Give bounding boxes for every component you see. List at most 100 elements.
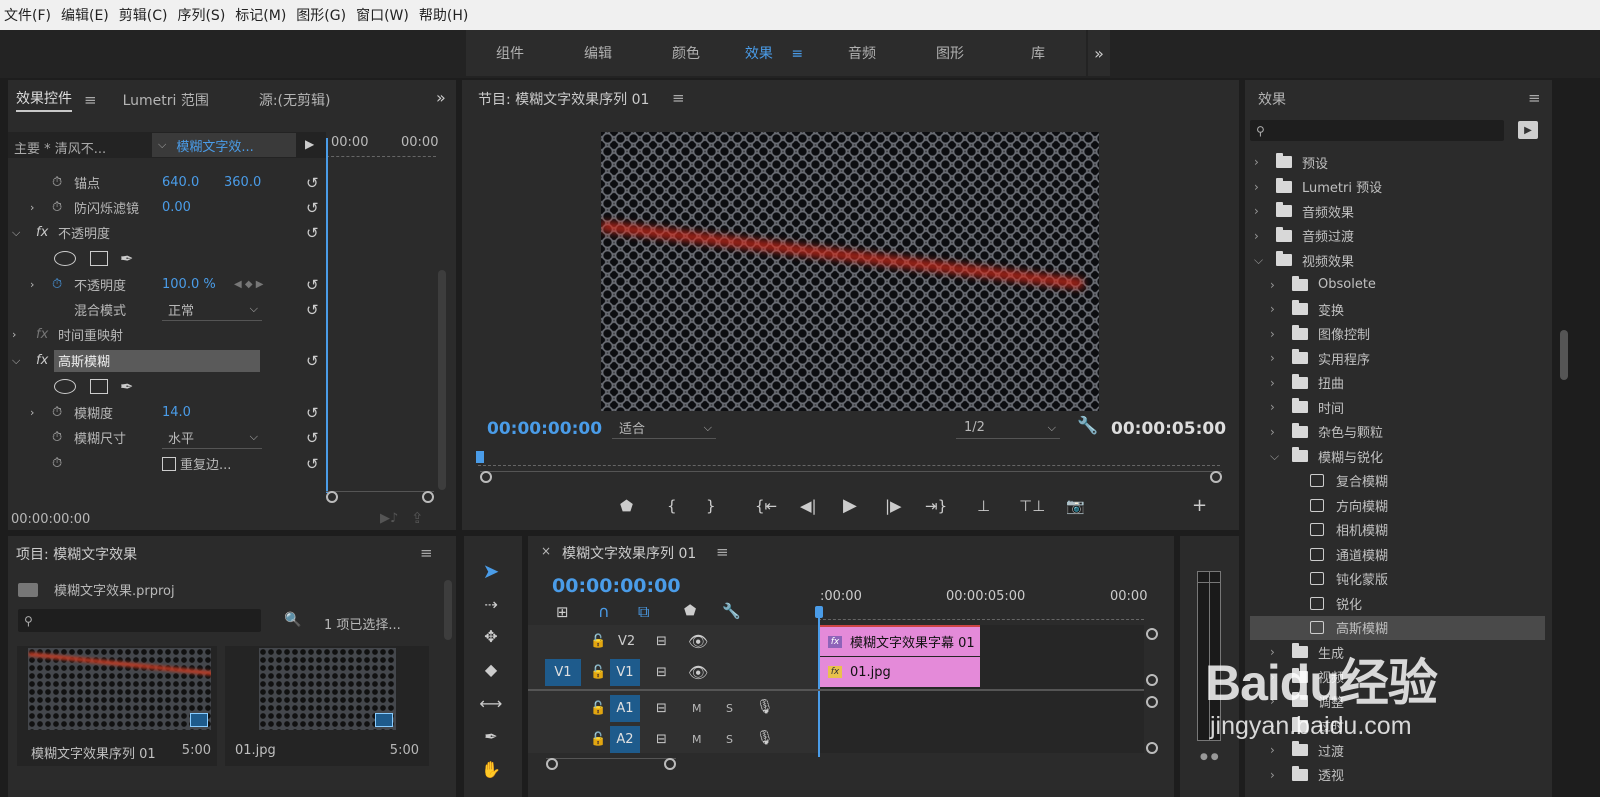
chevron-right-icon[interactable]: › [1270,302,1292,316]
snap-icon[interactable]: ∩ [598,602,610,621]
solo-dots-icon[interactable]: ● ● [1200,752,1219,762]
reset-icon[interactable]: ↺ [306,174,319,192]
image-clip[interactable]: fx 01.jpg [820,657,980,687]
sequence-clip-dropdown[interactable]: ⌵ 模糊文字效... [152,133,296,157]
workspace-tab-effects[interactable]: 效果 ≡ [730,43,818,63]
lock-icon[interactable]: 🔓 [590,701,606,716]
chevron-right-icon[interactable]: › [1270,376,1292,390]
chevron-right-icon[interactable]: › [1254,204,1276,218]
chevron-right-icon[interactable]: › [1254,229,1276,243]
sync-lock-icon[interactable]: ⊟ [656,634,667,649]
track-select-tool-icon[interactable]: ⇢ [476,590,506,618]
sync-lock-icon[interactable]: ⊟ [656,701,667,716]
panel-overflow-button[interactable]: » [436,88,446,107]
reset-icon[interactable]: ↺ [306,199,319,217]
solo-button[interactable]: S [726,733,733,746]
panel-menu-icon[interactable]: ≡ [84,91,97,109]
chevron-right-icon[interactable]: › [1270,400,1292,414]
title-clip[interactable]: fx 模糊文字效果字幕 01 [820,625,980,656]
mute-button[interactable]: M [692,702,702,715]
av-divider[interactable] [528,689,1144,691]
panel-menu-icon[interactable]: ≡ [420,544,433,562]
razor-tool-icon[interactable]: ◆ [476,655,506,683]
effects-tree-item[interactable]: › 时间 [1270,395,1344,419]
scroll-handle-left[interactable] [546,758,558,770]
track-target-a2[interactable]: A2 [610,726,640,753]
tab-lumetri-scopes[interactable]: Lumetri 范围 [123,90,209,110]
add-button-icon[interactable]: + [1192,495,1207,516]
chevron-down-icon[interactable]: ⌵ [12,354,20,368]
workspace-tab-libraries[interactable]: 库 [994,43,1082,63]
ec-timecode[interactable]: 00:00:00:00 [11,512,90,527]
timeline-ruler[interactable] [818,608,1144,620]
microphone-icon[interactable]: 🎙 [756,699,774,715]
anchor-y-value[interactable]: 360.0 [224,175,261,190]
effects-panel-title[interactable]: 效果 [1258,89,1286,109]
reset-icon[interactable]: ↺ [306,301,319,319]
wrench-icon[interactable]: 🔧 [1077,416,1098,436]
eye-icon[interactable]: 👁 [688,632,708,651]
workspace-tab-graphics[interactable]: 图形 [906,43,994,63]
effects-tree-item[interactable]: › 图像控制 [1270,322,1370,346]
effects-tree-item[interactable]: ⌵ 模糊与锐化 [1270,444,1383,468]
effects-tree-item[interactable]: › 实用程序 [1270,346,1370,370]
effects-tree-item[interactable]: › Lumetri 预设 [1254,175,1382,199]
effects-tree-item[interactable]: › 透视 [1270,763,1344,787]
reset-icon[interactable]: ↺ [306,224,319,242]
effects-tree-item[interactable]: › Obsolete [1270,273,1376,297]
go-to-in-icon[interactable]: {⇤ [755,497,777,515]
menu-edit[interactable]: 编辑(E) [61,5,109,25]
panel-menu-icon[interactable]: ≡ [716,543,729,561]
project-search-input[interactable]: ⚲ [18,609,261,632]
project-panel-title[interactable]: 项目: 模糊文字效果 [16,544,137,564]
current-timecode[interactable]: 00:00:00:00 [487,419,602,439]
effects-tree-item[interactable]: 通道模糊 [1288,542,1388,566]
stopwatch-icon[interactable]: ⏱ [52,277,62,292]
track-label-v2[interactable]: V2 [618,634,635,649]
track-target-a1[interactable]: A1 [610,695,640,722]
scroll-handle-bottom[interactable] [1146,742,1158,754]
master-clip-label[interactable]: 主要 * 清风不... [14,138,106,157]
program-video-frame[interactable] [601,132,1099,411]
project-scrollbar[interactable] [444,580,452,640]
timeline-title[interactable]: 模糊文字效果序列 01 [562,543,696,563]
stopwatch-icon[interactable]: ⏱ [52,430,62,445]
repeat-edge-checkbox[interactable] [162,456,176,471]
add-marker-icon[interactable]: ⬟ [620,497,633,515]
wrench-icon[interactable]: 🔧 [722,602,741,620]
chevron-right-icon[interactable]: › [30,201,34,214]
effects-tree-item[interactable]: 高斯模糊 [1250,615,1545,640]
workspace-tab-audio[interactable]: 音频 [818,43,906,63]
chevron-down-icon[interactable]: ⌵ [1254,253,1276,268]
time-remap-row[interactable]: › fx 时间重映射 [8,322,436,347]
stopwatch-icon[interactable]: ⏱ [52,456,62,471]
mark-in-icon[interactable]: { [667,497,677,515]
rectangle-mask-icon[interactable] [90,251,108,266]
pen-tool-icon[interactable]: ✒ [476,722,506,750]
effects-tree-item[interactable]: › 音频效果 [1254,199,1354,223]
step-back-icon[interactable]: ◀| [800,497,817,515]
timeline-timecode[interactable]: 00:00:00:00 [552,575,681,597]
mute-button[interactable]: M [692,733,702,746]
tab-source[interactable]: 源:(无剪辑) [259,90,331,110]
effects-tree-item[interactable]: 方向模糊 [1288,493,1388,517]
scroll-handle-right[interactable] [664,758,676,770]
effects-tree-item[interactable]: 锐化 [1288,591,1362,615]
timeline-horizontal-scrollbar[interactable] [546,758,676,772]
scroll-handle-right[interactable] [422,491,434,503]
workspace-tab-color[interactable]: 颜色 [642,43,730,63]
ec-zoom-scrollbar[interactable] [326,491,434,503]
effects-tree-item[interactable]: 钝化蒙版 [1288,567,1388,591]
go-to-out-icon[interactable]: ⇥} [925,497,947,515]
effects-tree-item[interactable]: › 扭曲 [1270,371,1344,395]
effects-tree-item[interactable]: › 杂色与颗粒 [1270,420,1383,444]
stopwatch-icon[interactable]: ⏱ [52,175,62,190]
reset-icon[interactable]: ↺ [306,404,319,422]
stopwatch-icon[interactable]: ⏱ [52,405,62,420]
resolution-dropdown[interactable]: 1/2 ⌵ [956,417,1060,439]
project-bin-card[interactable]: 模糊文字效果序列 01 5:00 [17,646,217,766]
eye-icon[interactable]: 👁 [688,663,708,682]
close-icon[interactable]: × [541,544,551,558]
menu-clip[interactable]: 剪辑(C) [119,5,168,25]
blur-dimensions-dropdown[interactable]: 水平 ⌵ [162,427,262,449]
